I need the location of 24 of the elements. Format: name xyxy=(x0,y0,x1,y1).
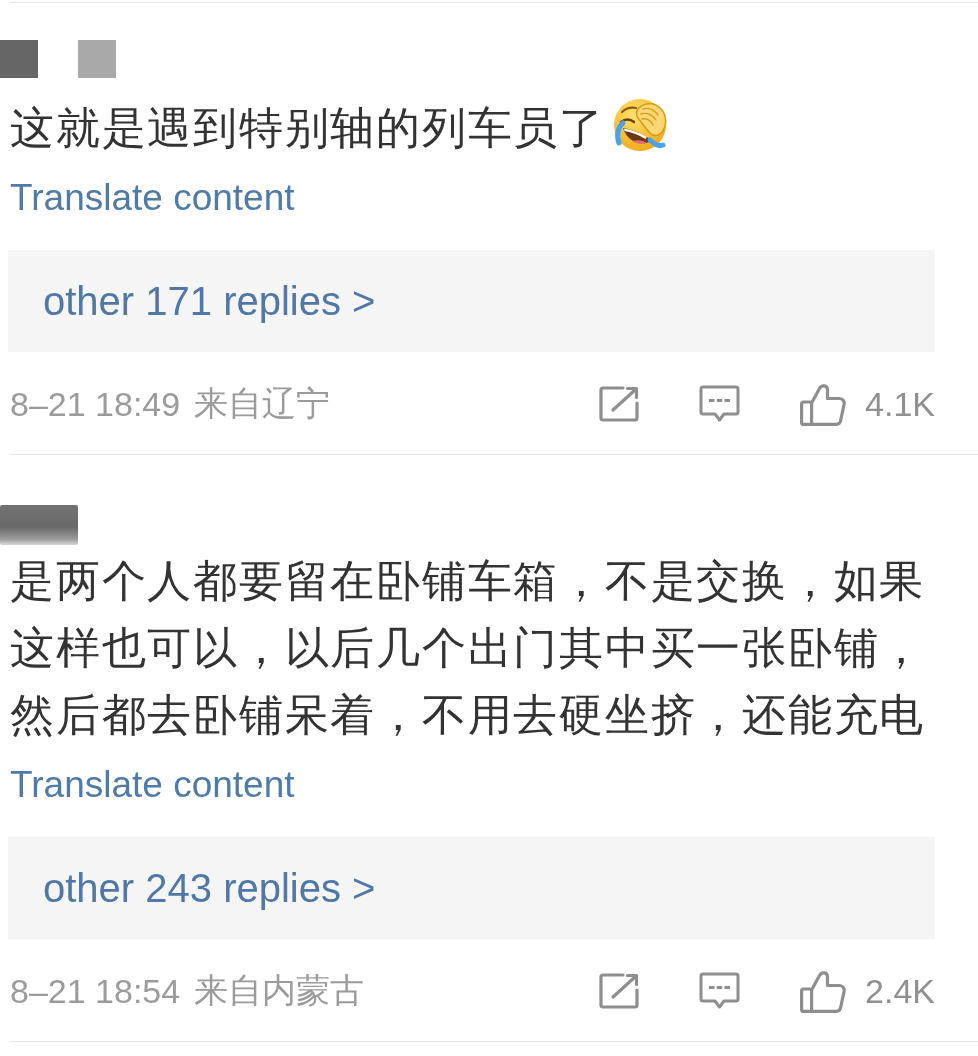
redacted-name-block xyxy=(78,40,116,78)
comment-icon xyxy=(699,385,741,423)
share-icon xyxy=(599,973,640,1009)
comment-icon xyxy=(699,972,741,1010)
location-text: 来自内蒙古 xyxy=(194,970,365,1011)
comment-button[interactable] xyxy=(699,972,741,1010)
more-replies-button[interactable]: other 171 replies > xyxy=(8,250,935,352)
location-text: 来自辽宁 xyxy=(194,383,331,424)
redacted-name-block xyxy=(0,40,38,78)
share-icon xyxy=(599,386,640,422)
comment-text: 是两个人都要留在卧铺车箱，不是交换，如果这样也可以，以后几个出门其中买一张卧铺，然后都去卧铺呆着，不用去硬坐挤，还能充电 xyxy=(10,555,925,740)
like-button[interactable]: 2.4K xyxy=(800,969,935,1013)
thumbs-up-icon xyxy=(800,969,847,1013)
thumbs-up-icon xyxy=(800,382,847,426)
timestamp: 8–21 18:49 xyxy=(10,384,181,424)
translate-link[interactable]: Translate content xyxy=(10,176,295,220)
comment-text: 这就是遇到特别轴的列车员了 xyxy=(10,102,605,153)
share-button[interactable] xyxy=(599,386,640,422)
share-button[interactable] xyxy=(599,973,640,1009)
more-replies-button[interactable]: other 243 replies > xyxy=(8,837,935,939)
comment-button[interactable] xyxy=(699,385,741,423)
like-button[interactable]: 4.1K xyxy=(800,382,935,426)
timestamp: 8–21 18:54 xyxy=(10,971,181,1011)
translate-link[interactable]: Translate content xyxy=(10,763,295,807)
